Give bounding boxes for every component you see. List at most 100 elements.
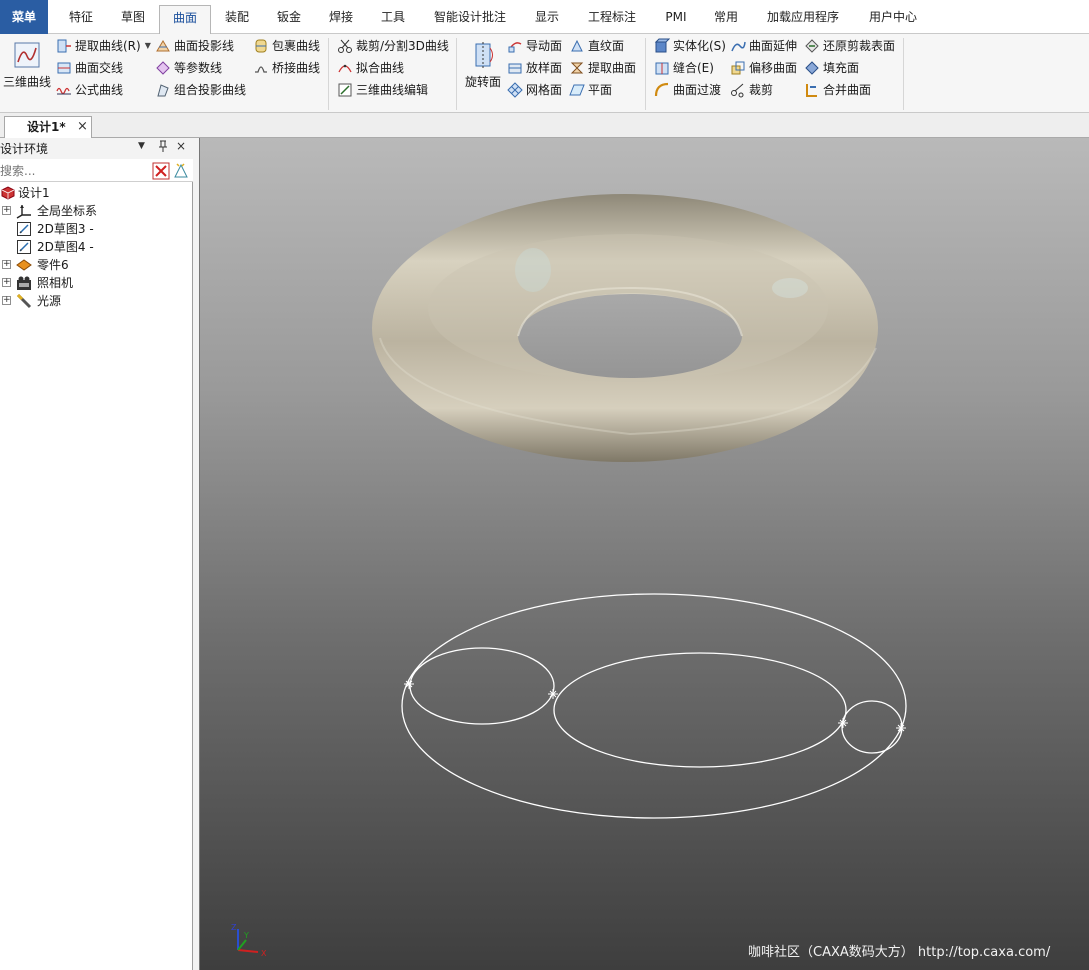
document-tab-design1[interactable]: 设计1* ×: [4, 116, 92, 138]
surface-intersect-button[interactable]: 曲面交线: [56, 58, 123, 78]
surface-blend-button[interactable]: 曲面过渡: [654, 80, 721, 100]
document-tab-strip: 设计1* ×: [0, 113, 1089, 138]
restore-trim-button[interactable]: 还原剪裁表面: [804, 36, 895, 56]
tree-item[interactable]: + 全局坐标系: [0, 202, 193, 220]
tree-item-label: 照相机: [37, 276, 74, 290]
tab-common[interactable]: 常用: [702, 5, 750, 31]
fill-surface-button[interactable]: 填充面: [804, 58, 859, 78]
tab-sketch[interactable]: 草图: [108, 5, 158, 31]
dropdown-arrow-icon[interactable]: ▼: [145, 36, 151, 56]
surface-extend-icon: [730, 38, 746, 54]
expand-icon[interactable]: +: [2, 206, 11, 215]
design-environment-panel: 设计环境 ▼ × 设计1 + 全局坐标系 2D草图3 - 2D草图4 - + 零件6 + 照相机…: [0, 138, 193, 970]
tab-pmi[interactable]: PMI: [654, 5, 698, 31]
wrap-curve-icon: [253, 38, 269, 54]
search-input[interactable]: [0, 162, 148, 180]
tree-item[interactable]: 2D草图4 -: [0, 238, 193, 256]
pin-icon[interactable]: [157, 139, 169, 156]
surface-project-button[interactable]: 曲面投影线: [155, 36, 234, 56]
close-icon[interactable]: ×: [77, 117, 88, 137]
plane-icon: [569, 82, 585, 98]
expand-icon[interactable]: +: [2, 296, 11, 305]
extract-curve-button[interactable]: 提取曲线(R) ▼: [56, 36, 151, 56]
sketch-icon: [16, 221, 32, 237]
extract-curve-icon: [56, 38, 72, 54]
inner-circle-sketch[interactable]: [553, 652, 847, 768]
tab-welding[interactable]: 焊接: [316, 5, 366, 31]
tree-item[interactable]: + 光源: [0, 292, 193, 310]
plane-button[interactable]: 平面: [569, 80, 612, 100]
menu-tab-bar: 菜单 特征 草图 曲面 装配 钣金 焊接 工具 智能设计批注 显示 工程标注 P…: [0, 0, 1089, 35]
tab-features[interactable]: 特征: [56, 5, 106, 31]
sketch-icon: [16, 239, 32, 255]
mesh-surface-icon: [507, 82, 523, 98]
sketch-point-markers: [404, 679, 906, 733]
trim-icon: [730, 82, 746, 98]
iso-param-button[interactable]: 等参数线: [155, 58, 222, 78]
surface-blend-icon: [654, 82, 670, 98]
offset-surface-button[interactable]: 偏移曲面: [730, 58, 797, 78]
tab-assembly[interactable]: 装配: [212, 5, 262, 31]
restore-trim-icon: [804, 38, 820, 54]
tree-item[interactable]: + 照相机: [0, 274, 193, 292]
wrap-curve-button[interactable]: 包裹曲线: [253, 36, 320, 56]
guide-surface-button[interactable]: 导动面: [507, 36, 562, 56]
triad-x-label: X: [261, 949, 267, 958]
profile-circle-left[interactable]: [409, 647, 555, 725]
tab-surface[interactable]: 曲面: [159, 5, 211, 35]
tree-item[interactable]: 2D草图3 -: [0, 220, 193, 238]
filter-icon[interactable]: [172, 162, 190, 180]
fit-curve-button[interactable]: 拟合曲线: [337, 58, 404, 78]
tree-item-label: 全局坐标系: [37, 204, 98, 218]
tab-display[interactable]: 显示: [522, 5, 572, 31]
clear-filter-icon[interactable]: [152, 162, 170, 180]
axes-icon: [16, 203, 32, 219]
solidify-button[interactable]: 实体化(S): [654, 36, 726, 56]
close-icon[interactable]: ×: [176, 139, 186, 153]
tab-smart-annotation[interactable]: 智能设计批注: [424, 5, 516, 31]
mesh-surface-button[interactable]: 网格面: [507, 80, 562, 100]
3d-viewport[interactable]: Z Y X 咖啡社区（CAXA数码大方） http://top.caxa.com…: [199, 138, 1089, 970]
edit-3d-curve-button[interactable]: 三维曲线编辑: [337, 80, 428, 100]
expand-icon[interactable]: +: [2, 260, 11, 269]
tab-engineering-annotation[interactable]: 工程标注: [580, 5, 644, 31]
combo-project-button[interactable]: 组合投影曲线: [155, 80, 246, 100]
bridge-curve-button[interactable]: 桥接曲线: [253, 58, 320, 78]
three-d-curve-icon: [12, 40, 42, 70]
formula-curve-button[interactable]: 公式曲线: [56, 80, 123, 100]
edit-curve-icon: [337, 82, 353, 98]
extract-surface-button[interactable]: 提取曲面: [569, 58, 636, 78]
formula-curve-icon: [56, 82, 72, 98]
dropdown-arrow-icon[interactable]: ▼: [138, 141, 145, 151]
merge-surface-button[interactable]: 合并曲面: [804, 80, 871, 100]
trim-split-3d-button[interactable]: 裁剪/分割3D曲线: [337, 36, 449, 56]
fill-surface-icon: [804, 60, 820, 76]
outer-circle-sketch[interactable]: [401, 593, 907, 819]
torus-surface[interactable]: [372, 194, 878, 462]
tab-menu[interactable]: 菜单: [0, 0, 48, 34]
loft-surface-button[interactable]: 放样面: [507, 58, 562, 78]
ruled-surface-button[interactable]: 直纹面: [569, 36, 624, 56]
solidify-icon: [654, 38, 670, 54]
profile-circle-right[interactable]: [841, 700, 903, 754]
surface-extend-button[interactable]: 曲面延伸: [730, 36, 797, 56]
merge-surface-icon: [804, 82, 820, 98]
sew-button[interactable]: 缝合(E): [654, 58, 714, 78]
loft-surface-icon: [507, 60, 523, 76]
tab-user-center[interactable]: 用户中心: [860, 5, 926, 31]
ribbon-surface: 三维曲线 提取曲线(R) ▼ 曲面交线 公式曲线 曲面投影线 等参数线 组合投影曲…: [0, 34, 1089, 113]
three-d-curve-button[interactable]: 三维曲线: [2, 40, 52, 90]
tab-sheet-metal[interactable]: 钣金: [264, 5, 314, 31]
tree-item[interactable]: + 零件6: [0, 256, 193, 274]
tab-load-apps[interactable]: 加载应用程序: [756, 5, 850, 31]
tree-item-label: 光源: [37, 294, 62, 308]
guide-surface-icon: [507, 38, 523, 54]
tree-item[interactable]: 设计1: [0, 184, 193, 202]
part-icon: [16, 257, 32, 273]
trim-button[interactable]: 裁剪: [730, 80, 773, 100]
offset-surface-icon: [730, 60, 746, 76]
revolve-surface-button[interactable]: 旋转面: [464, 40, 502, 90]
expand-icon[interactable]: +: [2, 278, 11, 287]
tab-tools[interactable]: 工具: [368, 5, 418, 31]
surface-intersect-icon: [56, 60, 72, 76]
